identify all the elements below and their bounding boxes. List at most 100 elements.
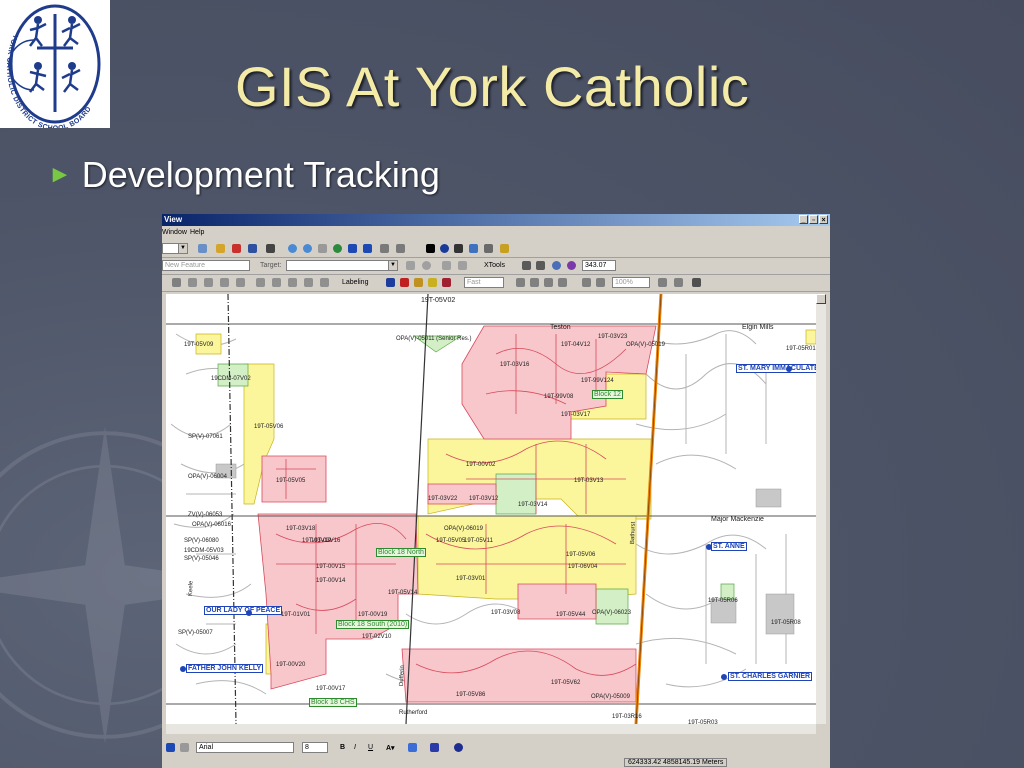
school-marker-icon[interactable] xyxy=(721,674,727,680)
layout-back-icon[interactable] xyxy=(582,278,591,287)
layout-fixed-zoom-icon[interactable] xyxy=(544,278,553,287)
label-manager-icon[interactable] xyxy=(386,278,395,287)
xtools-menu[interactable]: XTools xyxy=(484,262,505,269)
target-dropdown[interactable]: ▼ xyxy=(286,260,398,271)
help-cursor-icon[interactable] xyxy=(266,244,275,253)
school-marker-icon[interactable] xyxy=(706,544,712,550)
school-marker-icon[interactable] xyxy=(246,610,252,616)
layer-icon[interactable] xyxy=(232,244,241,253)
select-arrow-icon[interactable] xyxy=(426,244,435,253)
full-extent-icon[interactable] xyxy=(333,244,342,253)
globe-icon[interactable] xyxy=(552,261,561,270)
go-to-xy-icon[interactable] xyxy=(469,244,478,253)
grid-alt-icon[interactable] xyxy=(220,278,229,287)
zoom-in-icon[interactable] xyxy=(288,244,297,253)
map-label: 19T-03V12 xyxy=(469,496,499,502)
hyperlink-icon[interactable] xyxy=(500,244,509,253)
reshape-icon[interactable] xyxy=(320,278,329,287)
attributes-icon[interactable] xyxy=(442,261,451,270)
back-arrow-icon[interactable] xyxy=(348,244,357,253)
select-elements-icon[interactable] xyxy=(166,743,175,752)
clear-selection-icon[interactable] xyxy=(396,244,405,253)
snap-icon[interactable] xyxy=(256,278,265,287)
toc-icon[interactable] xyxy=(172,278,181,287)
change-layout-icon[interactable] xyxy=(692,278,701,287)
minimize-icon[interactable]: _ xyxy=(799,215,808,224)
layer-dropdown[interactable]: ▼ xyxy=(162,243,188,254)
identify-icon[interactable] xyxy=(440,244,449,253)
map-label: OPA(V)-05009 xyxy=(591,694,630,700)
map-label: Keele xyxy=(188,580,195,597)
block-label: Block 12 xyxy=(592,390,623,399)
vertex-icon[interactable] xyxy=(272,278,281,287)
find-icon[interactable] xyxy=(454,244,463,253)
label-weight-icon[interactable] xyxy=(414,278,423,287)
zoom-percent-dropdown[interactable]: 100% xyxy=(612,277,650,288)
close-icon[interactable]: × xyxy=(819,215,828,224)
font-dropdown[interactable]: Arial xyxy=(196,742,294,753)
pan-icon[interactable] xyxy=(318,244,327,253)
split-icon[interactable] xyxy=(304,278,313,287)
map-drawing xyxy=(166,294,816,724)
marker-color-icon[interactable] xyxy=(454,743,463,752)
map-label: 19T-05V14 xyxy=(388,590,418,596)
sketch-icon[interactable] xyxy=(406,261,415,270)
forward-arrow-icon[interactable] xyxy=(363,244,372,253)
table-icon[interactable] xyxy=(248,244,257,253)
map-label: OPA(V)-06023 xyxy=(592,610,631,616)
standard-toolbar: ▼ xyxy=(162,241,830,258)
bold-button[interactable]: B xyxy=(340,744,345,751)
edit-icon[interactable] xyxy=(198,244,207,253)
school-marker-icon[interactable] xyxy=(786,366,792,372)
school-marker-icon[interactable] xyxy=(180,666,186,672)
map-scale-input[interactable]: 343.07 xyxy=(582,260,616,271)
focus-frame-icon[interactable] xyxy=(674,278,683,287)
school-label: ST. ANNE xyxy=(711,542,747,551)
layout-zoom-out-icon[interactable] xyxy=(530,278,539,287)
lock-labels-icon[interactable] xyxy=(428,278,437,287)
rotate-element-icon[interactable] xyxy=(180,743,189,752)
italic-button[interactable]: I xyxy=(354,744,356,751)
layout-whole-page-icon[interactable] xyxy=(558,278,567,287)
draw-toolbar: Arial 8 B I U A▾ xyxy=(162,740,830,756)
fill-color-icon[interactable] xyxy=(408,743,417,752)
quality-dropdown[interactable]: Fast xyxy=(464,277,504,288)
map-label: 19T-99V124 xyxy=(581,378,614,384)
topology-icon[interactable] xyxy=(236,278,245,287)
label-priority-icon[interactable] xyxy=(400,278,409,287)
sketch-properties-icon[interactable] xyxy=(458,261,467,270)
grid-icon[interactable] xyxy=(204,278,213,287)
forward-icon[interactable] xyxy=(536,261,545,270)
task-dropdown[interactable]: New Feature xyxy=(162,260,250,271)
select-features-icon[interactable] xyxy=(380,244,389,253)
menu-help[interactable]: Help xyxy=(190,229,204,236)
menu-window[interactable]: Window xyxy=(162,229,187,236)
horizontal-scrollbar[interactable] xyxy=(166,724,816,734)
merge-icon[interactable] xyxy=(288,278,297,287)
layout-zoom-in-icon[interactable] xyxy=(516,278,525,287)
font-size-dropdown[interactable]: 8 xyxy=(302,742,328,753)
restore-icon[interactable]: ▫ xyxy=(809,215,818,224)
measure-icon[interactable] xyxy=(484,244,493,253)
font-color-icon[interactable]: A▾ xyxy=(386,744,395,752)
rotate-icon[interactable] xyxy=(422,261,431,270)
vertical-scrollbar[interactable] xyxy=(816,294,826,724)
add-data-icon[interactable] xyxy=(216,244,225,253)
triangle-bullet-icon: ► xyxy=(48,161,72,188)
slide-title: GIS At York Catholic xyxy=(235,55,750,118)
line-color-icon[interactable] xyxy=(430,743,439,752)
zoom-out-icon[interactable] xyxy=(303,244,312,253)
underline-button[interactable]: U xyxy=(368,744,373,751)
map-canvas[interactable]: 19T-05V02 Teston 19T-03V23 19T-04V12 OPA(V)-… xyxy=(166,294,816,724)
draw-icon[interactable] xyxy=(188,278,197,287)
scroll-up-icon[interactable] xyxy=(816,294,826,304)
labeling-menu[interactable]: Labeling xyxy=(342,279,368,286)
school-label: ST. MARY IMMACULATE xyxy=(736,364,816,373)
layout-forward-icon[interactable] xyxy=(596,278,605,287)
unplaced-labels-icon[interactable] xyxy=(442,278,451,287)
map-label: 19T-00V19 xyxy=(358,612,388,618)
back-icon[interactable] xyxy=(522,261,531,270)
toggle-draft-icon[interactable] xyxy=(658,278,667,287)
map-label: 19T-03V23 xyxy=(598,334,628,340)
magnify-icon[interactable] xyxy=(567,261,576,270)
